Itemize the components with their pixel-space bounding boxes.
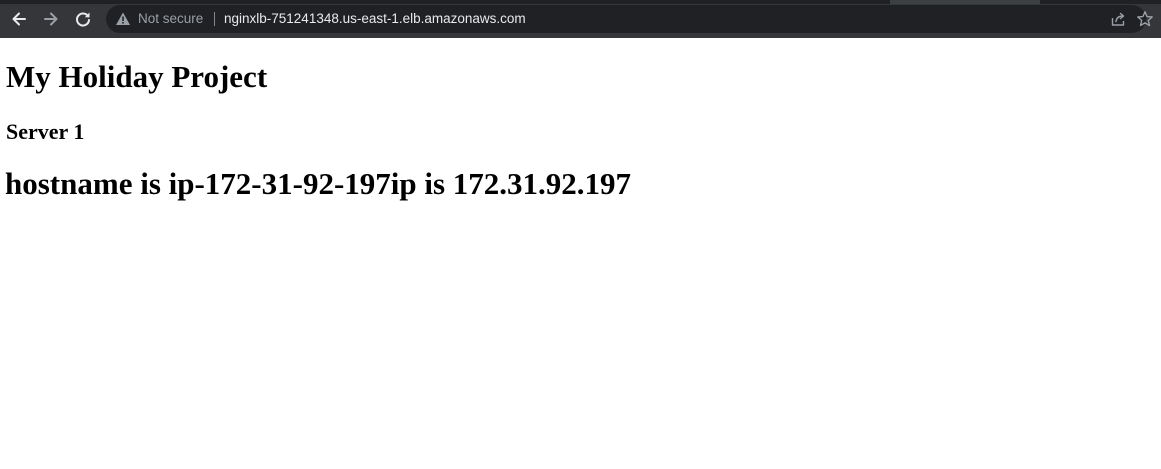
warning-triangle-icon[interactable] (115, 11, 131, 27)
omnibox-divider (214, 12, 215, 26)
reload-button[interactable] (71, 7, 95, 31)
browser-toolbar: Not secure nginxlb-751241348.us-east-1.e… (0, 0, 1161, 38)
tab-strip (0, 0, 1161, 4)
server-label: Server 1 (6, 119, 85, 144)
address-bar[interactable]: Not secure nginxlb-751241348.us-east-1.e… (106, 5, 1153, 33)
star-icon[interactable] (1136, 10, 1154, 28)
share-icon[interactable] (1110, 11, 1126, 27)
host-info: hostname is ip-172-31-92-197ip is 172.31… (5, 166, 632, 201)
page-content: My Holiday Project Server 1 hostname is … (0, 38, 1161, 469)
forward-arrow-icon (44, 12, 58, 26)
security-status-label[interactable]: Not secure (138, 11, 203, 27)
back-button[interactable] (7, 7, 31, 31)
back-arrow-icon (12, 12, 26, 26)
page-title: My Holiday Project (6, 59, 268, 94)
active-tab-edge[interactable] (890, 0, 1040, 4)
forward-button[interactable] (39, 7, 63, 31)
reload-icon (76, 12, 90, 27)
url-text[interactable]: nginxlb-751241348.us-east-1.elb.amazonaw… (224, 11, 526, 27)
